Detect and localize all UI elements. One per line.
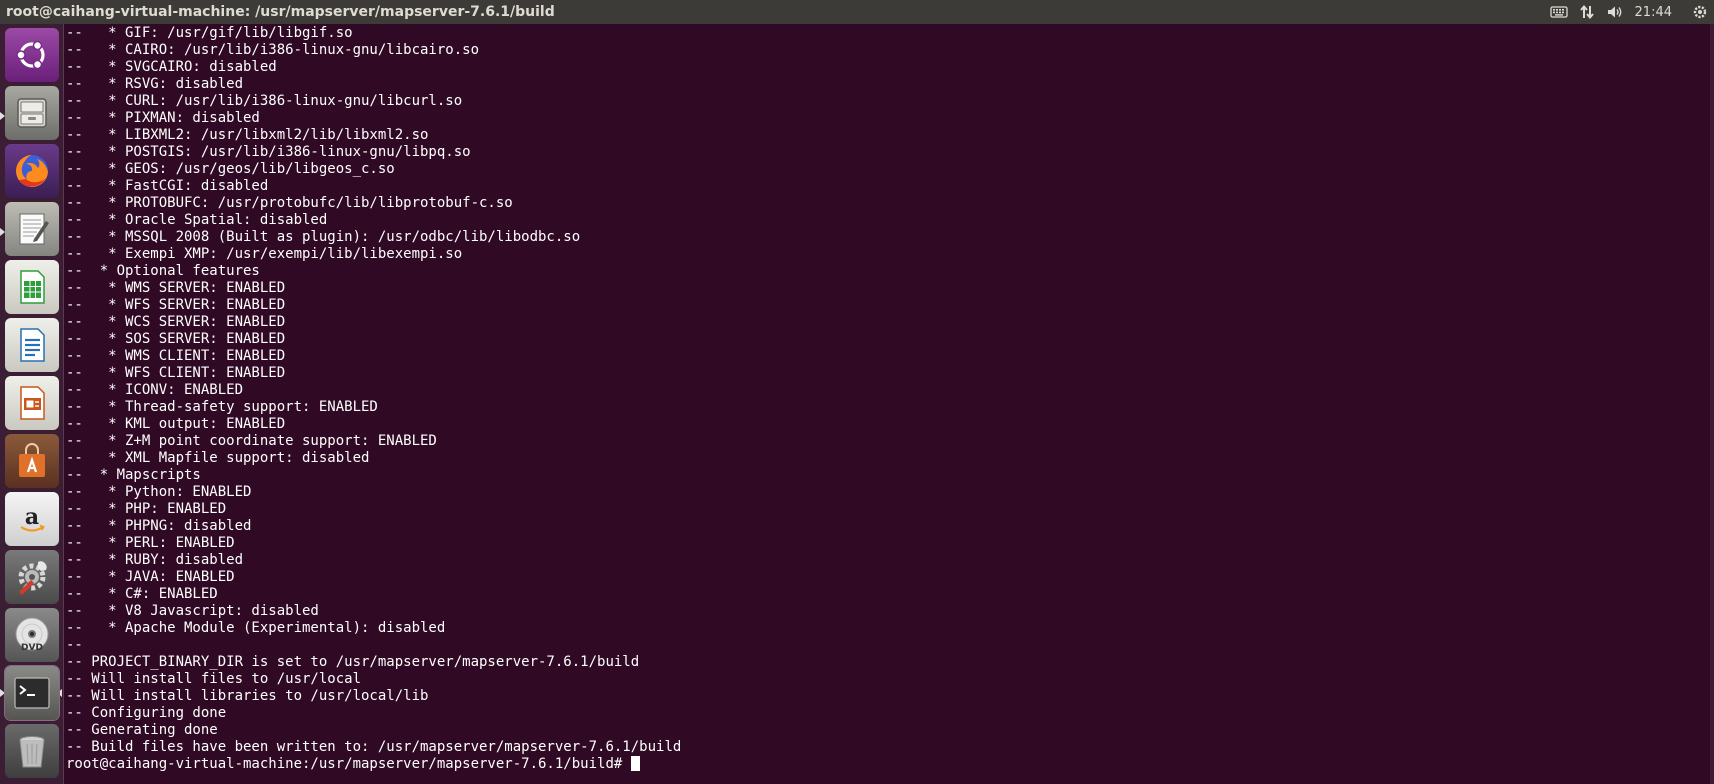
file-cabinet-icon: [17, 98, 47, 128]
terminal-line: -- * SOS SERVER: ENABLED: [66, 331, 286, 347]
terminal-line: -- * POSTGIS: /usr/lib/i386-linux-gnu/li…: [66, 144, 471, 160]
terminal-line: -- * CURL: /usr/lib/i386-linux-gnu/libcu…: [66, 93, 463, 109]
launcher-item-files[interactable]: [5, 86, 59, 140]
terminal-line: -- Configuring done: [66, 705, 227, 721]
clock[interactable]: 21:44: [1629, 5, 1686, 20]
spreadsheet-icon: [20, 270, 45, 304]
terminal-scrollbar[interactable]: [1710, 24, 1714, 784]
terminal-icon: [14, 677, 50, 709]
terminal-line: -- * RUBY: disabled: [66, 552, 244, 568]
terminal-line: --: [66, 637, 83, 653]
terminal-line: -- Generating done: [66, 722, 218, 738]
window-title: root@caihang-virtual-machine: /usr/mapse…: [6, 4, 555, 20]
dvd-disc-icon: DVD: [15, 617, 49, 653]
firefox-icon: [16, 155, 48, 187]
terminal-line: -- Will install libraries to /usr/local/…: [66, 688, 429, 704]
amazon-icon: a: [20, 504, 45, 532]
presentation-icon: [20, 386, 45, 420]
launcher-item-libreoffice-calc[interactable]: [5, 260, 59, 314]
terminal-line: -- * JAVA: ENABLED: [66, 569, 235, 585]
top-panel: root@caihang-virtual-machine: /usr/mapse…: [0, 0, 1714, 24]
terminal-line: -- * Z+M point coordinate support: ENABL…: [66, 433, 437, 449]
text-cursor: [631, 756, 641, 771]
terminal-lines: -- * GIF: /usr/gif/lib/libgif.so -- * CAI…: [66, 25, 1714, 756]
terminal-line: -- * KML output: ENABLED: [66, 416, 286, 432]
launcher-item-software-center[interactable]: [5, 434, 59, 488]
launcher-item-terminal[interactable]: [4, 665, 60, 721]
terminal-line: -- * MSSQL 2008 (Built as plugin): /usr/…: [66, 229, 581, 245]
network-arrows-icon[interactable]: [1573, 0, 1601, 24]
power-gear-icon[interactable]: [1686, 0, 1714, 24]
terminal-line: -- PROJECT_BINARY_DIR is set to /usr/map…: [66, 654, 640, 670]
terminal-line: -- * WCS SERVER: ENABLED: [66, 314, 286, 330]
document-icon: [20, 328, 45, 362]
trash-icon: [19, 736, 45, 768]
launcher-item-dvd[interactable]: DVD: [5, 608, 59, 662]
terminal-line: -- * PIXMAN: disabled: [66, 110, 260, 126]
terminal-line: -- * WFS SERVER: ENABLED: [66, 297, 286, 313]
terminal-line: -- * PROTOBUFC: /usr/protobufc/lib/libpr…: [66, 195, 513, 211]
launcher-item-libreoffice-impress[interactable]: [5, 376, 59, 430]
terminal-line: -- * PHPNG: disabled: [66, 518, 252, 534]
terminal-line: -- * Oracle Spatial: disabled: [66, 212, 328, 228]
terminal-line: -- * FastCGI: disabled: [66, 178, 269, 194]
notepad-icon: [19, 213, 49, 245]
shopping-bag-icon: [19, 443, 45, 477]
terminal-line: -- * Exempi XMP: /usr/exempi/lib/libexem…: [66, 246, 463, 262]
terminal-line: -- Will install files to /usr/local: [66, 671, 362, 687]
ubuntu-logo-icon: [16, 40, 45, 70]
svg-text:DVD: DVD: [21, 643, 43, 653]
terminal-line: -- * PERL: ENABLED: [66, 535, 235, 551]
terminal-line: -- Build files have been written to: /us…: [66, 739, 682, 755]
terminal-line: -- * V8 Javascript: disabled: [66, 603, 319, 619]
terminal-line: -- * RSVG: disabled: [66, 76, 244, 92]
terminal-line: -- * LIBXML2: /usr/libxml2/lib/libxml2.s…: [66, 127, 429, 143]
keyboard-icon[interactable]: [1545, 0, 1573, 24]
terminal-line: -- * GIF: /usr/gif/lib/libgif.so: [66, 25, 353, 41]
terminal-line: -- * CAIRO: /usr/lib/i386-linux-gnu/libc…: [66, 42, 480, 58]
terminal-line: -- * WFS CLIENT: ENABLED: [66, 365, 286, 381]
wrench-gear-icon: [18, 561, 47, 595]
terminal-line: -- * PHP: ENABLED: [66, 501, 227, 517]
terminal-line: -- * ICONV: ENABLED: [66, 382, 244, 398]
terminal-line: -- * Optional features: [66, 263, 260, 279]
terminal-line: -- * Mapscripts: [66, 467, 201, 483]
terminal-prompt: root@caihang-virtual-machine:/usr/mapser…: [66, 756, 623, 772]
launcher-item-text-editor[interactable]: [5, 202, 59, 256]
terminal-prompt-line[interactable]: root@caihang-virtual-machine:/usr/mapser…: [66, 756, 1714, 773]
terminal-line: -- * Apache Module (Experimental): disab…: [66, 620, 446, 636]
launcher-item-system-settings[interactable]: [5, 550, 59, 604]
launcher-item-libreoffice-writer[interactable]: [5, 318, 59, 372]
terminal-line: -- * WMS CLIENT: ENABLED: [66, 348, 286, 364]
launcher: a DVD: [0, 24, 64, 784]
indicator-area: 21:44: [1545, 0, 1714, 24]
terminal-line: -- * Thread-safety support: ENABLED: [66, 399, 378, 415]
svg-text:a: a: [25, 504, 39, 530]
terminal-line: -- * C#: ENABLED: [66, 586, 218, 602]
launcher-item-trash[interactable]: [5, 724, 59, 778]
terminal-line: -- * XML Mapfile support: disabled: [66, 450, 370, 466]
terminal-output[interactable]: -- * GIF: /usr/gif/lib/libgif.so -- * CAI…: [64, 24, 1714, 784]
terminal-line: -- * WMS SERVER: ENABLED: [66, 280, 286, 296]
launcher-item-ubuntu-dash[interactable]: [5, 28, 59, 82]
terminal-line: -- * SVGCAIRO: disabled: [66, 59, 277, 75]
launcher-item-firefox[interactable]: [5, 144, 59, 198]
terminal-line: -- * Python: ENABLED: [66, 484, 252, 500]
terminal-line: -- * GEOS: /usr/geos/lib/libgeos_c.so: [66, 161, 395, 177]
volume-icon[interactable]: [1601, 0, 1629, 24]
launcher-item-amazon[interactable]: a: [5, 492, 59, 546]
